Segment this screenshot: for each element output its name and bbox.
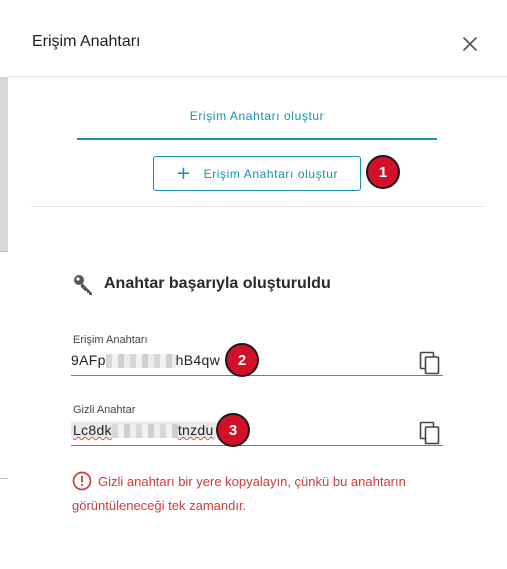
plus-icon: +	[175, 162, 192, 184]
access-key-label: Erişim Anahtarı	[73, 334, 148, 346]
create-button-label: Erişim Anahtarı oluştur	[203, 166, 339, 181]
annotation-badge-3: 3	[216, 413, 250, 447]
secret-key-value-end: tnzdu	[177, 422, 214, 438]
tab-label: Erişim Anahtarı oluştur	[189, 109, 325, 123]
key-icon	[74, 275, 92, 295]
secret-key-warning: Gizli anahtarı bir yere kopyalayın, çünk…	[72, 470, 452, 518]
overlay-divider	[0, 478, 8, 479]
secret-key-value-row: Lc8dk tnzdu	[71, 416, 443, 446]
secret-key-value-start: Lc8dk	[73, 422, 112, 438]
redacted-region	[105, 354, 176, 369]
annotation-badge-1: 1	[366, 155, 400, 189]
secret-key-label: Gizli Anahtar	[73, 404, 136, 416]
create-access-key-button[interactable]: + Erişim Anahtarı oluştur	[153, 156, 361, 191]
dialog-title: Erişim Anahtarı	[32, 33, 141, 50]
warning-text-line2: görüntüleneceği tek zamandır.	[72, 498, 247, 513]
background-overlay-strip	[0, 0, 8, 569]
redacted-region	[111, 424, 178, 439]
warning-icon	[72, 471, 92, 491]
access-key-dialog: Erişim Anahtarı Erişim Anahtarı oluştur …	[8, 0, 507, 569]
copy-icon[interactable]	[419, 351, 441, 375]
access-key-value-end: hB4qw	[175, 352, 220, 368]
warning-text-line1: Gizli anahtarı bir yere kopyalayın, çünk…	[98, 474, 406, 489]
access-key-value[interactable]: 9AFp hB4qw	[71, 352, 220, 369]
annotation-badge-2: 2	[225, 343, 259, 377]
tab-create-access-key[interactable]: Erişim Anahtarı oluştur	[77, 96, 437, 140]
success-message: Anahtar başarıyla oluşturuldu	[104, 275, 331, 292]
copy-icon[interactable]	[419, 421, 441, 445]
success-message-row: Anahtar başarıyla oluşturuldu	[72, 272, 331, 296]
secret-key-value[interactable]: Lc8dk tnzdu	[71, 422, 216, 439]
close-icon	[463, 37, 477, 51]
secret-key-field: Gizli Anahtar Lc8dk tnzdu	[71, 404, 443, 446]
overlay-divider	[0, 251, 8, 252]
dialog-header: Erişim Anahtarı	[8, 0, 507, 77]
access-key-value-start: 9AFp	[71, 352, 106, 368]
close-button[interactable]	[458, 32, 482, 56]
overlay-segment	[0, 77, 8, 251]
section-divider	[31, 206, 484, 207]
